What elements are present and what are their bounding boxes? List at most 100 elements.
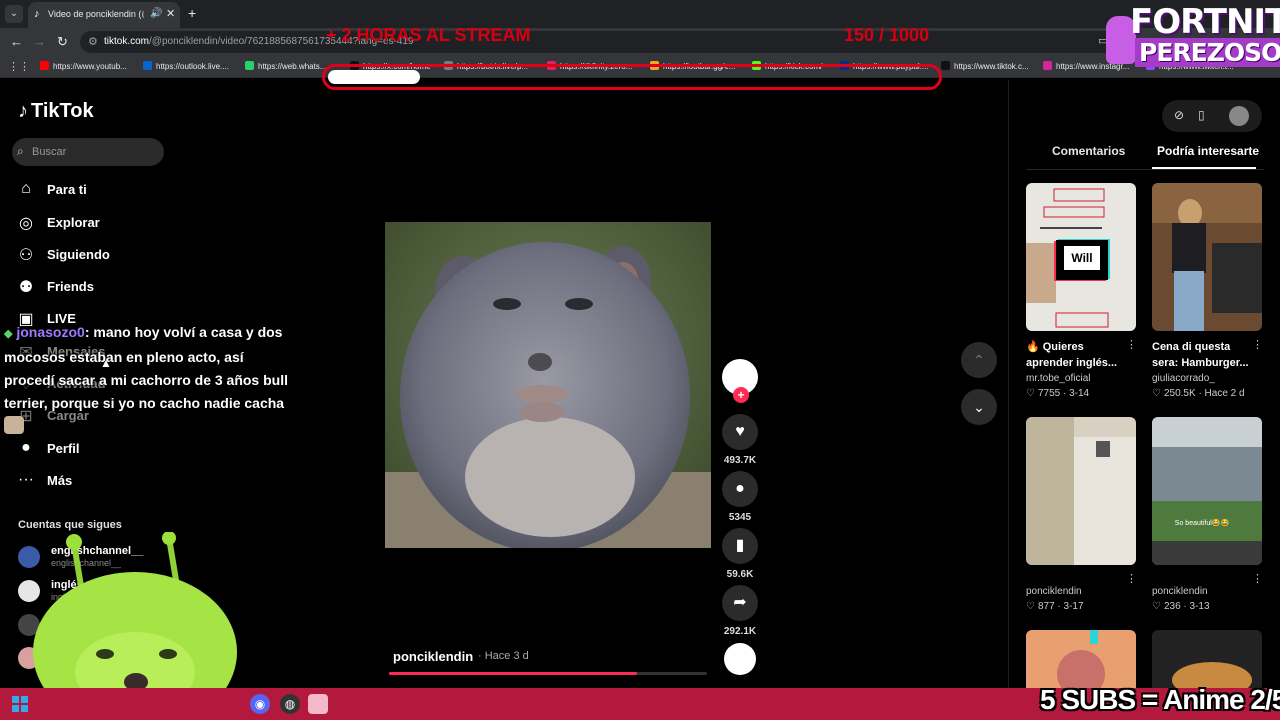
- chat-username: jonasozo0: [16, 324, 85, 340]
- friends-icon: ⚉: [18, 279, 34, 296]
- stream-goal-count: 150 / 1000: [844, 25, 930, 45]
- tab-title: Video de ponciklendin (@p: [48, 9, 144, 19]
- windows-start-icon[interactable]: [12, 696, 28, 712]
- tiktok-logo[interactable]: ♪ TikTok: [18, 100, 94, 123]
- browser-tab[interactable]: ♪ Video de ponciklendin (@p 🔊 ✕: [28, 2, 180, 28]
- save-count: 59.6K: [726, 569, 754, 580]
- card-more-icon[interactable]: ⋮: [1252, 338, 1263, 351]
- coin-icon[interactable]: ⊘: [1174, 108, 1184, 122]
- card-author: giuliacorrado_: [1152, 373, 1215, 384]
- comment-icon: ●: [735, 480, 745, 497]
- nav-mas[interactable]: ··· Más: [16, 469, 166, 493]
- stream-goal-fill: [328, 70, 420, 84]
- stream-chat-message: ◆ jonasozo0: mano hoy volví a casa y dos…: [4, 321, 294, 438]
- chevron-down-icon: ⌄: [973, 399, 985, 415]
- discord-icon[interactable]: ◉: [250, 694, 270, 714]
- card-more-icon[interactable]: ⋮: [1252, 572, 1263, 585]
- tab-search-icon[interactable]: ⌄: [5, 5, 23, 23]
- back-icon[interactable]: ←: [10, 34, 23, 49]
- nav-explorar[interactable]: ◎ Explorar: [16, 211, 166, 235]
- browser-tabbar: ⌄ ♪ Video de ponciklendin (@p 🔊 ✕ +: [0, 0, 1280, 28]
- video-thumbnail: Will: [1026, 183, 1136, 331]
- card-stats: ♡ 877 · 3-17: [1026, 601, 1084, 612]
- bookmark-favicon-icon: [1043, 61, 1052, 70]
- search-icon: ⌕: [17, 144, 24, 158]
- nav-siguiendo[interactable]: ⚇ Siguiendo: [16, 243, 166, 267]
- share-button[interactable]: ➦: [722, 585, 758, 621]
- video-thumbnail: So beautiful😂😂: [1152, 417, 1262, 565]
- heart-icon: ♡: [1026, 601, 1035, 612]
- search-box[interactable]: ⌕: [12, 138, 164, 166]
- audio-playing-icon[interactable]: 🔊: [150, 8, 162, 19]
- save-button[interactable]: ▮: [722, 528, 758, 564]
- gem-badge-icon: ◆: [4, 328, 13, 340]
- video-progress-bar[interactable]: [389, 672, 707, 675]
- bookmark-link[interactable]: https://outlook.live....: [143, 61, 229, 71]
- share-icon: ➦: [733, 594, 747, 611]
- bookmark-favicon-icon: [143, 61, 152, 70]
- device-icon[interactable]: ▯: [1198, 108, 1205, 122]
- like-count: 493.7K: [723, 455, 757, 466]
- video-progress-fill: [389, 672, 637, 675]
- tab-comentarios[interactable]: Comentarios: [1052, 144, 1125, 158]
- card-title: Cena di questa sera: Hamburger...: [1152, 341, 1249, 369]
- card-author: ponciklendin: [1026, 586, 1082, 597]
- next-video-button[interactable]: ⌄: [961, 389, 997, 425]
- tiktok-note-icon: ♪: [18, 100, 28, 122]
- video-time: · Hace 3 d: [478, 650, 529, 662]
- tab-podria-interesarte[interactable]: Podría interesarte: [1157, 144, 1259, 158]
- nav-friends[interactable]: ⚉ Friends: [16, 275, 166, 299]
- video-thumbnail[interactable]: [1152, 630, 1262, 688]
- card-stats: ♡ 236 · 3-13: [1152, 601, 1210, 612]
- video-author[interactable]: ponciklendin: [393, 649, 473, 664]
- emote-icon: [4, 416, 24, 434]
- card-more-icon[interactable]: ⋮: [1126, 572, 1137, 585]
- comment-button[interactable]: ●: [722, 471, 758, 507]
- bookmark-link[interactable]: https://www.youtub...: [40, 61, 127, 71]
- apps-grid-icon[interactable]: ⋮⋮: [8, 60, 30, 73]
- bookmark-link[interactable]: https://web.whats...: [245, 61, 326, 71]
- tiktok-favicon-icon: ♪: [34, 8, 40, 20]
- reload-icon[interactable]: ↻: [57, 34, 68, 50]
- nav-perfil[interactable]: ● Perfil: [16, 437, 166, 461]
- home-icon: ⌂: [21, 180, 31, 197]
- address-bar[interactable]: ⚙ tiktok.com/@ponciklendin/video/7621885…: [80, 31, 1120, 53]
- tab-close-icon[interactable]: ✕: [166, 7, 175, 20]
- bookmark-icon: ▮: [735, 537, 745, 554]
- card-title: 🔥 Quieres aprender inglés...: [1026, 341, 1118, 369]
- video-player[interactable]: [385, 222, 711, 548]
- previous-video-button[interactable]: ⌃: [961, 342, 997, 378]
- channel-logo-bottom: PEREZOSO1: [1135, 38, 1280, 67]
- share-count: 292.1K: [723, 626, 757, 637]
- stream-goal-bar: [322, 64, 942, 90]
- heart-icon: ♡: [1152, 601, 1161, 612]
- heart-icon: ♡: [1152, 388, 1161, 399]
- card-more-icon[interactable]: ⋮: [1126, 338, 1137, 351]
- video-thumbnail[interactable]: [1026, 630, 1136, 688]
- browser-toolbar: ← → ↻ ⚙ tiktok.com/@ponciklendin/video/7…: [0, 28, 1280, 56]
- avatar[interactable]: [1229, 106, 1249, 126]
- channel-logo-top: FORTNITE: [1130, 2, 1280, 42]
- video-thumbnail: [1026, 417, 1136, 565]
- panel-divider: [1008, 80, 1009, 690]
- obs-icon[interactable]: ◍: [280, 694, 300, 714]
- stream-goal-text: + 2 HORAS AL STREAM: [326, 25, 531, 45]
- app-icon[interactable]: [308, 694, 328, 714]
- compass-icon: ◎: [19, 215, 33, 232]
- following-heading: Cuentas que sigues: [18, 519, 122, 531]
- svg-text:Will: Will: [1071, 251, 1092, 265]
- site-info-icon[interactable]: ⚙: [88, 35, 98, 48]
- chevron-up-icon: ⌃: [973, 352, 985, 368]
- mouse-cursor-icon: ▲: [100, 356, 112, 370]
- search-input[interactable]: [32, 142, 160, 162]
- follow-plus-icon[interactable]: +: [733, 387, 749, 403]
- like-button[interactable]: ♥: [722, 414, 758, 450]
- bookmark-favicon-icon: [245, 61, 254, 70]
- forward-icon[interactable]: →: [33, 34, 46, 49]
- tabs-divider: [1026, 169, 1264, 170]
- music-disc-icon[interactable]: [724, 643, 756, 675]
- nav-para-ti[interactable]: ⌂ Para ti: [16, 178, 166, 202]
- new-tab-icon[interactable]: +: [188, 5, 196, 21]
- profile-icon: ●: [21, 439, 31, 456]
- bookmark-link[interactable]: https://www.tiktok.c...: [941, 61, 1029, 71]
